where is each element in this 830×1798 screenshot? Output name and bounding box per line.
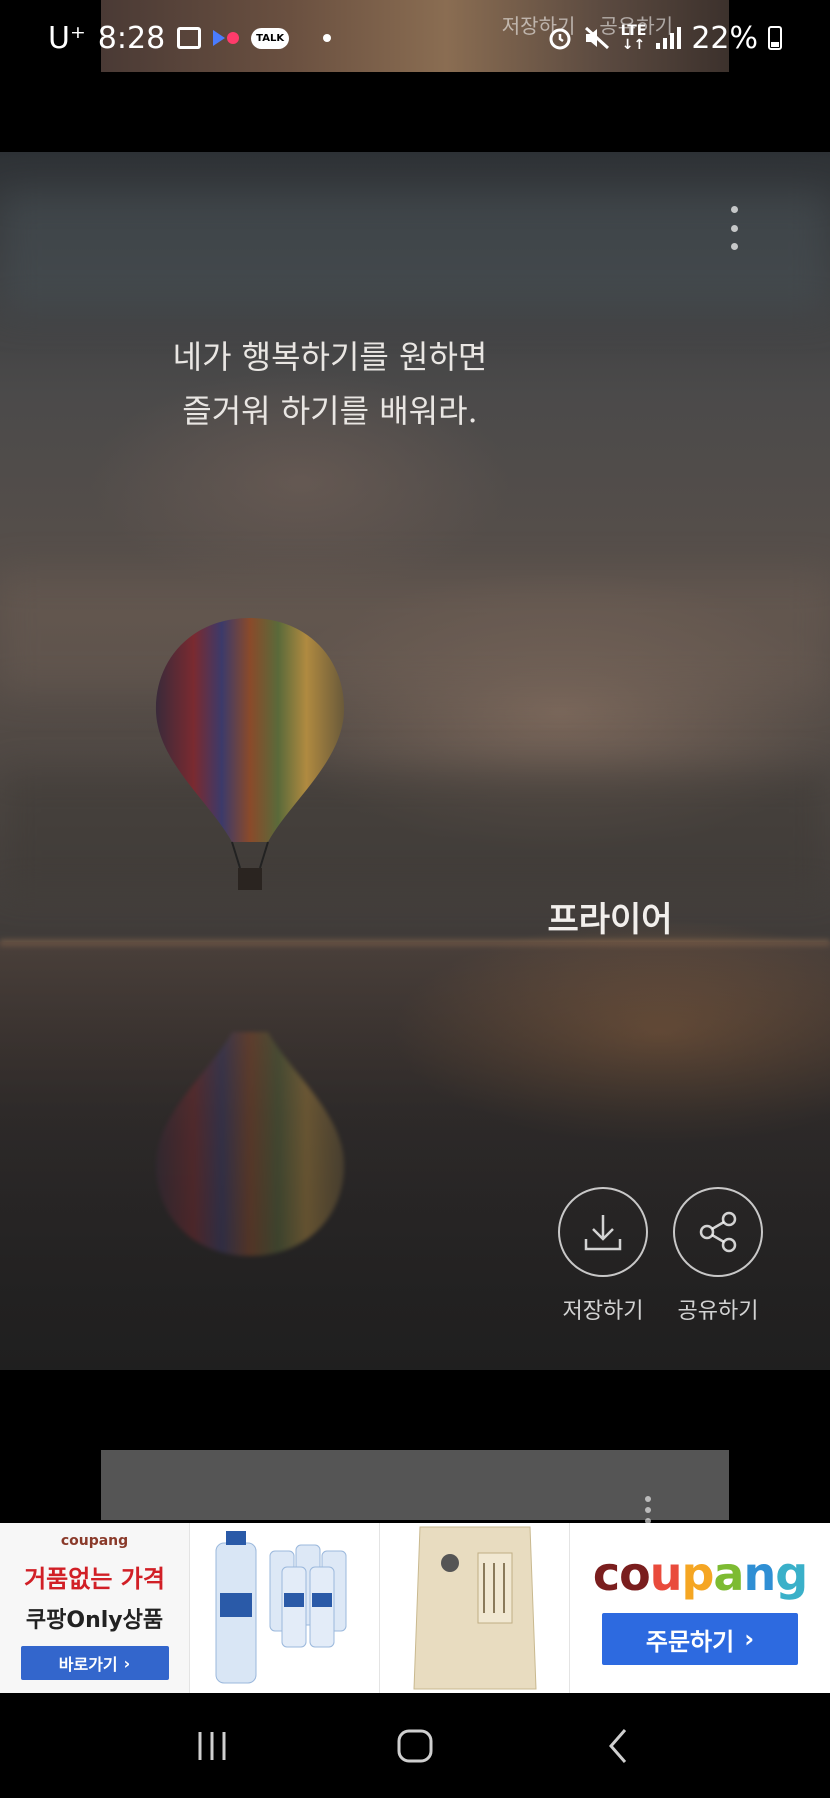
- quote-card[interactable]: 네가 행복하기를 원하면 즐거워 하기를 배워라. 프라이어 저장하기 공유하기: [0, 152, 830, 1370]
- cloud-layer: [0, 572, 830, 692]
- ad-subheadline: 쿠팡Only상품: [25, 1608, 164, 1633]
- battery-icon: [768, 26, 782, 50]
- more-notifications-icon: [323, 34, 332, 42]
- mute-icon: [584, 26, 609, 50]
- share-label[interactable]: 공유하기: [668, 1293, 768, 1325]
- quote-line-2: 즐거워 하기를 배워라.: [182, 392, 478, 430]
- back-icon[interactable]: [603, 1726, 633, 1766]
- next-quote-card[interactable]: [101, 1450, 729, 1524]
- recent-apps-button[interactable]: [177, 1711, 247, 1781]
- signal-icon: [656, 27, 682, 49]
- clock: 8:28: [97, 20, 166, 56]
- download-icon[interactable]: [558, 1187, 648, 1277]
- save-button[interactable]: 저장하기: [553, 1187, 653, 1325]
- hot-air-balloon-image: [155, 618, 345, 890]
- save-label[interactable]: 저장하기: [553, 1293, 653, 1325]
- network-type: LTE ↓↑: [620, 23, 647, 53]
- ad-headline: 거품없는 가격: [24, 1565, 165, 1593]
- water-bottles-image: [215, 1531, 347, 1684]
- quote-line-1: 네가 행복하기를 원하면: [172, 338, 488, 376]
- home-icon[interactable]: [395, 1726, 435, 1766]
- ad-go-button[interactable]: 바로가기 ›: [20, 1646, 169, 1680]
- ad-tile-promo[interactable]: coupang 거품없는 가격 쿠팡Only상품 바로가기 ›: [0, 1523, 190, 1693]
- cloud-layer: [0, 192, 830, 312]
- battery-percent: 22%: [691, 20, 758, 56]
- cloud-layer: [0, 772, 830, 892]
- status-left: U⁺ 8:28 TALK: [48, 20, 332, 56]
- next-card-more-icon[interactable]: [645, 1496, 651, 1524]
- more-options-button[interactable]: [726, 206, 742, 250]
- ad-tile-water[interactable]: [190, 1523, 380, 1693]
- status-right: LTE ↓↑ 22%: [547, 21, 782, 56]
- share-button[interactable]: 공유하기: [668, 1187, 768, 1325]
- carrier-label: U⁺: [48, 20, 86, 56]
- kakaotalk-notification-icon: TALK: [251, 27, 290, 49]
- order-label[interactable]: 주문하기: [646, 1622, 734, 1657]
- ad-go-label[interactable]: 바로가기: [59, 1651, 118, 1675]
- media-notification-icon: [213, 30, 240, 46]
- home-button[interactable]: [380, 1711, 450, 1781]
- balloon-reflection: [155, 1032, 345, 1256]
- ad-tile-rice[interactable]: [380, 1523, 570, 1693]
- quote-author: 프라이어: [547, 900, 673, 940]
- status-bar: U⁺ 8:28 TALK LTE ↓↑ 22%: [0, 0, 830, 76]
- chevron-right-icon: ›: [123, 1653, 131, 1673]
- ad-brand-small: coupang: [60, 1533, 129, 1549]
- share-icon[interactable]: [673, 1187, 763, 1277]
- gallery-notification-icon: [177, 27, 202, 49]
- ad-banner[interactable]: coupang 거품없는 가격 쿠팡Only상품 바로가기 › coupang 주…: [0, 1523, 830, 1693]
- order-button[interactable]: 주문하기 ›: [602, 1613, 798, 1665]
- coupang-logo: coupang: [592, 1547, 808, 1601]
- rice-bag-image: [413, 1526, 537, 1690]
- quote-text: 네가 행복하기를 원하면 즐거워 하기를 배워라.: [60, 330, 600, 438]
- back-button[interactable]: [583, 1711, 653, 1781]
- chevron-right-icon: ›: [744, 1625, 755, 1653]
- navigation-bar: [0, 1693, 830, 1798]
- recent-apps-icon[interactable]: [192, 1728, 232, 1764]
- ad-tile-coupang[interactable]: coupang 주문하기 ›: [570, 1523, 830, 1693]
- alarm-icon: [549, 28, 571, 50]
